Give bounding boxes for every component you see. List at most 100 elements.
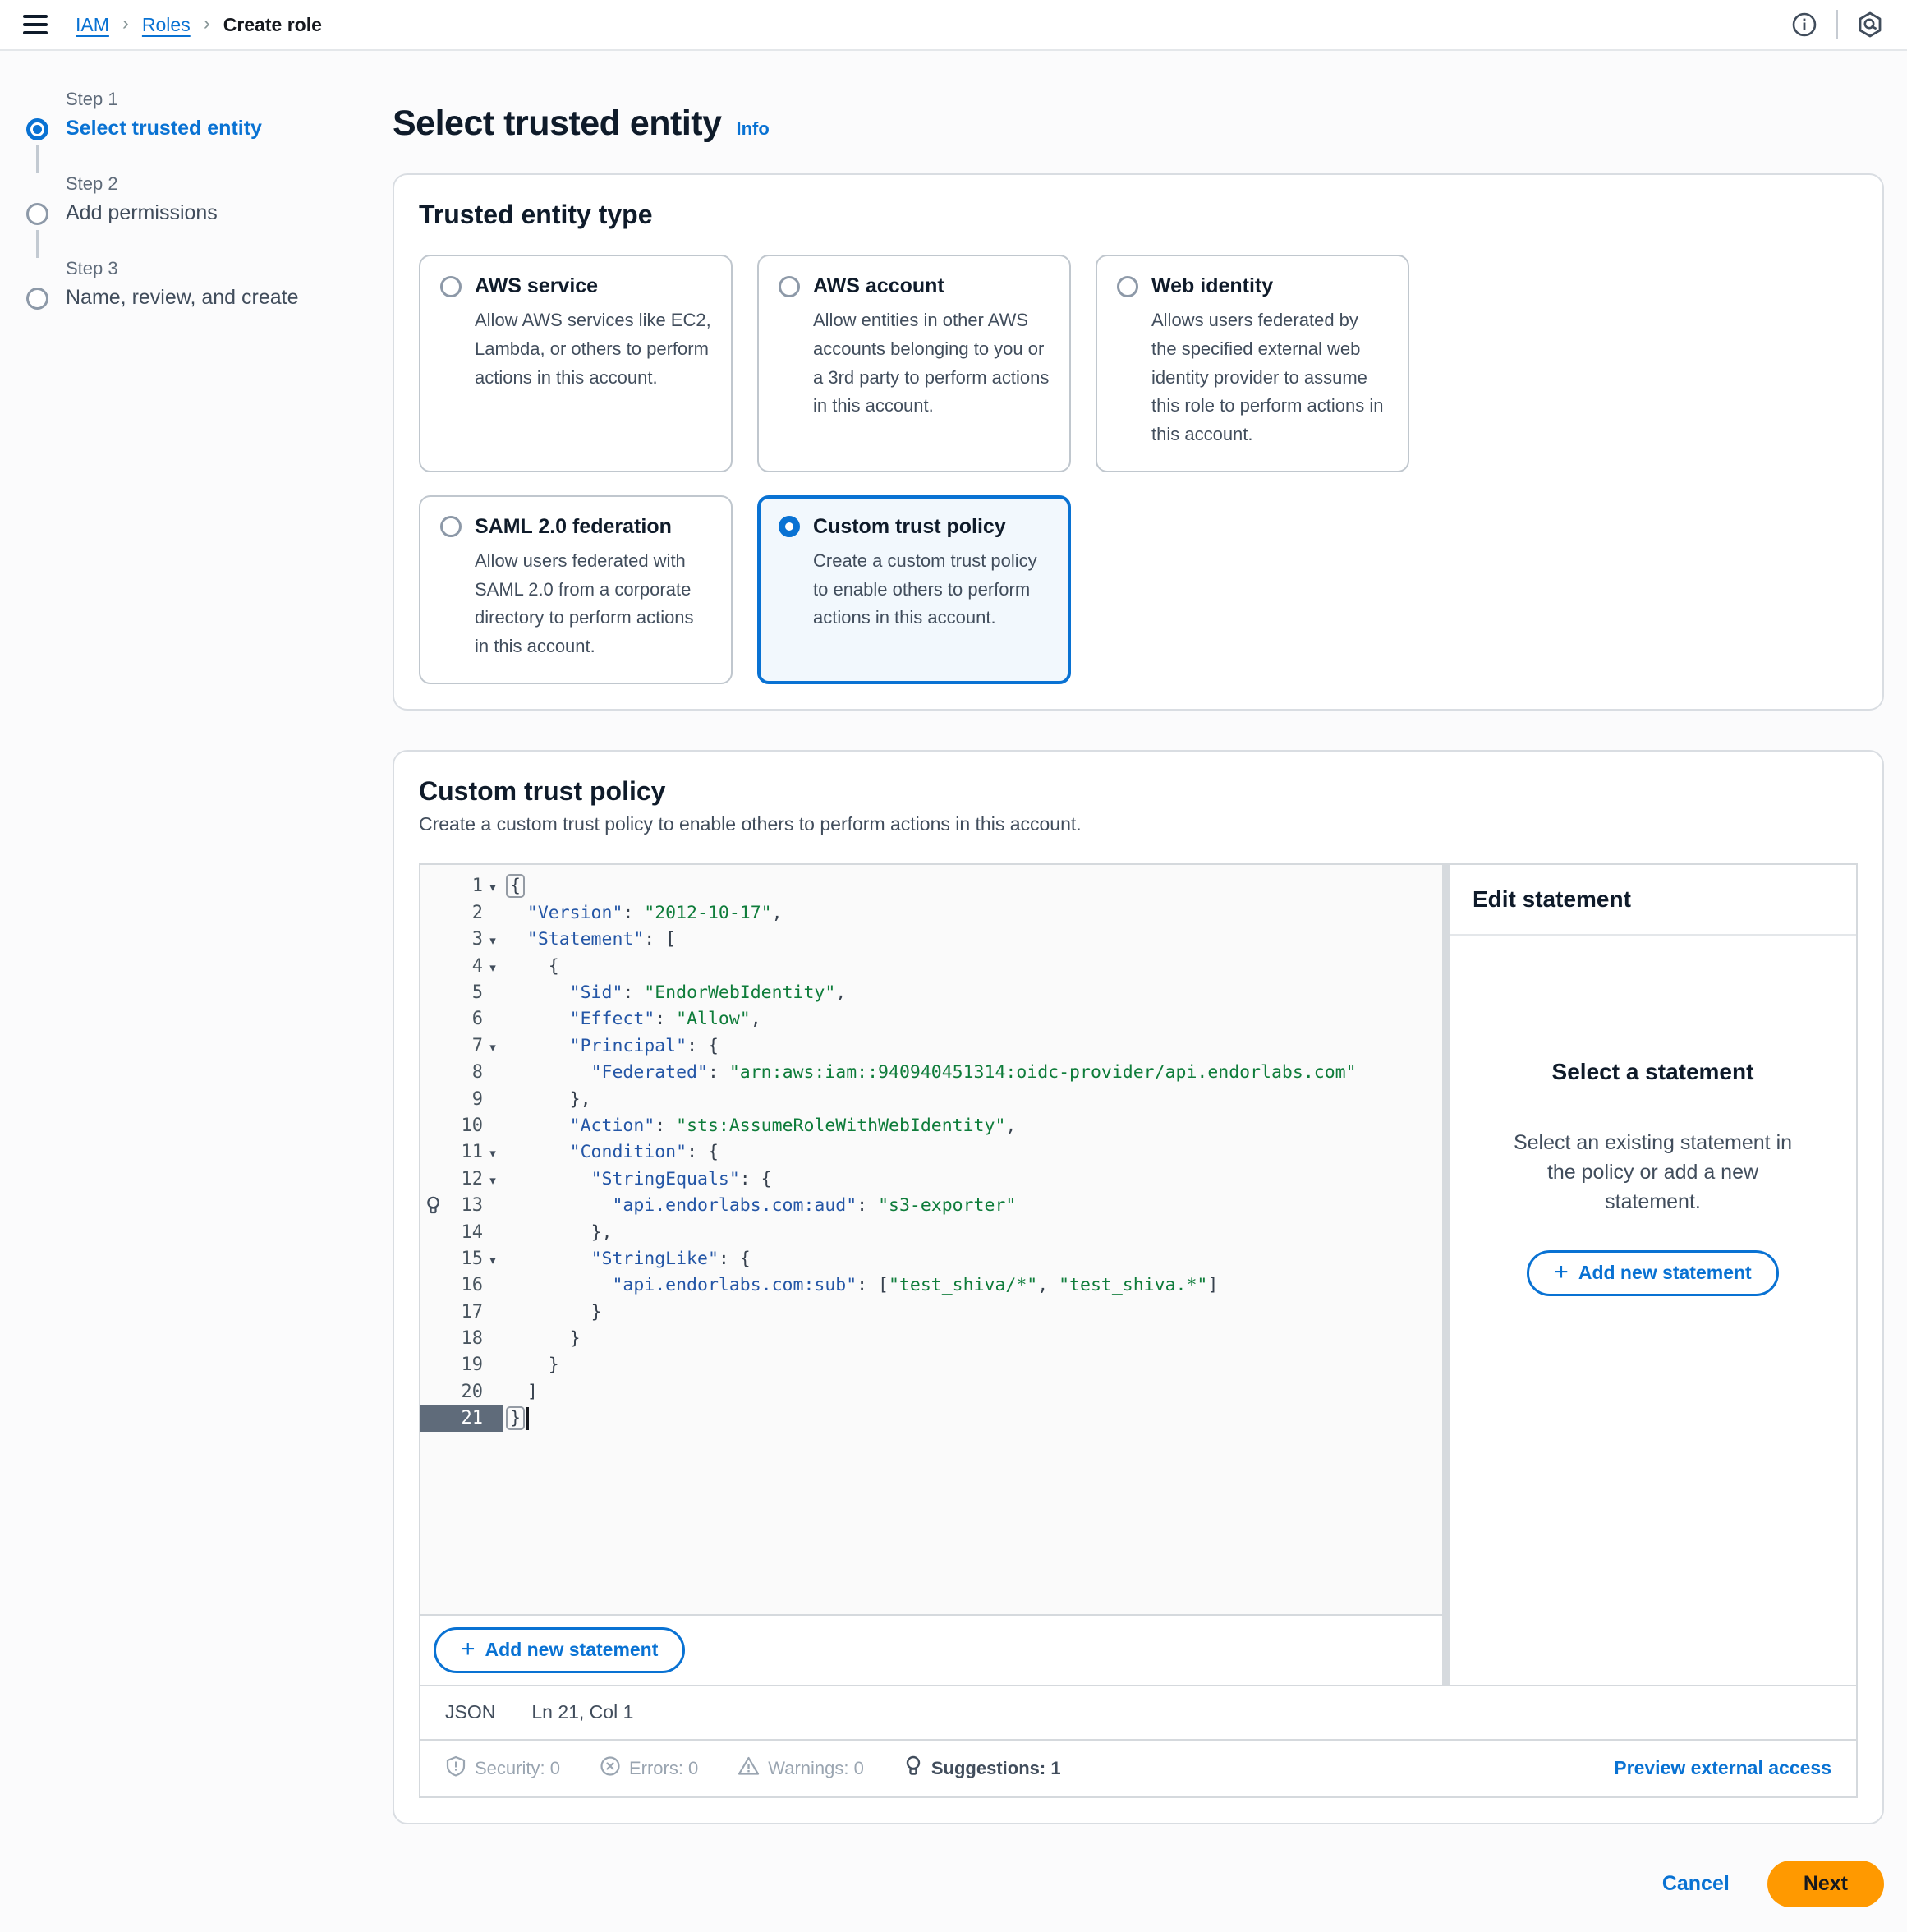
option-description: Allow users federated with SAML 2.0 from… xyxy=(475,547,711,661)
code-line-4[interactable]: 4▾ { xyxy=(420,953,1442,979)
fold-arrow-icon[interactable]: ▾ xyxy=(483,1038,503,1054)
code-line-15[interactable]: 15▾ "StringLike": { xyxy=(420,1245,1442,1272)
code-editor-area[interactable]: 1▾{2 "Version": "2012-10-17",3▾ "Stateme… xyxy=(420,865,1442,1614)
cancel-button[interactable]: Cancel xyxy=(1662,1872,1730,1896)
step-item-select-trusted-entity[interactable]: Step 1Select trusted entity xyxy=(25,89,353,173)
hamburger-menu-icon[interactable] xyxy=(23,15,48,34)
radio-button-icon[interactable] xyxy=(1117,276,1138,297)
code-line-9[interactable]: 9 }, xyxy=(420,1086,1442,1112)
fold-arrow-icon[interactable]: ▾ xyxy=(483,932,503,947)
code-line-19[interactable]: 19 } xyxy=(420,1352,1442,1378)
fold-arrow-icon[interactable]: ▾ xyxy=(483,878,503,894)
code-line-5[interactable]: 5 "Sid": "EndorWebIdentity", xyxy=(420,979,1442,1005)
custom-trust-policy-heading: Custom trust policy xyxy=(419,776,1858,807)
line-number: 2 xyxy=(445,903,483,923)
line-number: 13 xyxy=(445,1195,483,1216)
option-title: Web identity xyxy=(1151,274,1273,298)
step-number: Step 3 xyxy=(66,258,298,279)
step-title[interactable]: Name, review, and create xyxy=(66,286,298,310)
select-statement-desc: Select an existing statement in the poli… xyxy=(1507,1128,1799,1217)
suggestion-lightbulb-icon[interactable] xyxy=(420,1195,445,1217)
code-line-6[interactable]: 6 "Effect": "Allow", xyxy=(420,1006,1442,1033)
security-shield-icon xyxy=(445,1755,466,1782)
radio-button-icon[interactable] xyxy=(779,276,800,297)
line-number: 7 xyxy=(445,1036,483,1056)
next-button[interactable]: Next xyxy=(1767,1861,1884,1907)
trusted-entity-option-web-identity[interactable]: Web identity Allows users federated by th… xyxy=(1096,255,1409,472)
line-number: 8 xyxy=(445,1062,483,1083)
breadcrumb-item-iam[interactable]: IAM xyxy=(76,14,109,36)
preview-external-access-link[interactable]: Preview external access xyxy=(1614,1757,1831,1779)
line-number: 10 xyxy=(445,1116,483,1136)
line-number: 17 xyxy=(445,1302,483,1322)
option-description: Allow AWS services like EC2, Lambda, or … xyxy=(475,306,711,392)
topbar-divider xyxy=(1836,10,1838,39)
step-item-add-permissions[interactable]: Step 2Add permissions xyxy=(25,173,353,258)
add-new-statement-button[interactable]: + Add new statement xyxy=(434,1627,685,1673)
trusted-entity-option-aws-service[interactable]: AWS service Allow AWS services like EC2, … xyxy=(419,255,733,472)
panel-add-new-statement-button[interactable]: + Add new statement xyxy=(1527,1250,1778,1296)
code-line-2[interactable]: 2 "Version": "2012-10-17", xyxy=(420,899,1442,926)
line-number: 6 xyxy=(445,1009,483,1029)
line-number: 12 xyxy=(445,1169,483,1189)
code-line-16[interactable]: 16 "api.endorlabs.com:sub": ["test_shiva… xyxy=(420,1272,1442,1299)
top-navigation-bar: IAM›Roles›Create role xyxy=(0,0,1907,51)
code-line-7[interactable]: 7▾ "Principal": { xyxy=(420,1033,1442,1059)
line-number: 5 xyxy=(445,982,483,1003)
code-line-17[interactable]: 17 } xyxy=(420,1299,1442,1325)
code-line-3[interactable]: 3▾ "Statement": [ xyxy=(420,927,1442,953)
trusted-entity-option-saml-2-0-federation[interactable]: SAML 2.0 federation Allow users federated… xyxy=(419,495,733,684)
line-number: 9 xyxy=(445,1089,483,1110)
code-line-8[interactable]: 8 "Federated": "arn:aws:iam::94094045131… xyxy=(420,1059,1442,1085)
code-line-10[interactable]: 10 "Action": "sts:AssumeRoleWithWebIdent… xyxy=(420,1112,1442,1138)
line-number: 18 xyxy=(445,1328,483,1349)
option-title: AWS service xyxy=(475,274,598,298)
status-errors: Errors: 0 xyxy=(600,1755,698,1782)
cloudshell-icon[interactable] xyxy=(1856,11,1884,39)
step-item-name-review-and-create[interactable]: Step 3 Name, review, and create xyxy=(25,258,353,331)
fold-arrow-icon[interactable]: ▾ xyxy=(483,1171,503,1187)
trusted-entity-type-card: Trusted entity type AWS service Allow AWS… xyxy=(393,173,1884,711)
trusted-entity-option-aws-account[interactable]: AWS accountAllow entities in other AWS a… xyxy=(757,255,1071,472)
code-line-11[interactable]: 11▾ "Condition": { xyxy=(420,1139,1442,1166)
select-statement-title: Select a statement xyxy=(1507,1059,1799,1085)
trusted-entity-type-heading: Trusted entity type xyxy=(419,200,1858,230)
code-line-1[interactable]: 1▾{ xyxy=(420,873,1442,899)
policy-editor: 1▾{2 "Version": "2012-10-17",3▾ "Stateme… xyxy=(419,863,1858,1798)
status-warnings: Warnings: 0 xyxy=(738,1755,864,1782)
editor-panel-divider[interactable] xyxy=(1442,865,1450,1685)
step-title[interactable]: Select trusted entity xyxy=(66,117,262,140)
breadcrumb-separator-icon: › xyxy=(204,12,210,35)
plus-icon: + xyxy=(1554,1260,1569,1285)
fold-arrow-icon[interactable]: ▾ xyxy=(483,959,503,974)
text-cursor xyxy=(526,1407,529,1430)
info-link[interactable]: Info xyxy=(737,118,770,140)
trusted-entity-options: AWS service Allow AWS services like EC2, … xyxy=(419,255,1858,684)
fold-arrow-icon[interactable]: ▾ xyxy=(483,1251,503,1267)
step-title[interactable]: Add permissions xyxy=(66,201,218,225)
radio-button-icon[interactable] xyxy=(440,516,462,537)
radio-button-icon[interactable] xyxy=(779,516,800,537)
breadcrumb-item-roles[interactable]: Roles xyxy=(142,14,191,36)
fold-arrow-icon[interactable]: ▾ xyxy=(483,1144,503,1160)
code-line-21[interactable]: 21} xyxy=(420,1405,1442,1432)
option-description: Allow entities in other AWS accounts bel… xyxy=(813,306,1050,421)
line-number: 20 xyxy=(445,1382,483,1402)
code-line-13[interactable]: 13 "api.endorlabs.com:aud": "s3-exporter… xyxy=(420,1192,1442,1218)
radio-button-icon[interactable] xyxy=(440,276,462,297)
status-suggestions[interactable]: Suggestions: 1 xyxy=(903,1755,1061,1782)
info-icon[interactable] xyxy=(1790,11,1818,39)
plus-icon: + xyxy=(461,1637,476,1662)
line-number: 4 xyxy=(445,956,483,977)
page-title: Select trusted entity xyxy=(393,104,722,144)
wizard-footer: Cancel Next xyxy=(393,1861,1884,1932)
code-line-18[interactable]: 18 } xyxy=(420,1325,1442,1351)
custom-trust-policy-desc: Create a custom trust policy to enable o… xyxy=(419,813,1858,835)
code-line-14[interactable]: 14 }, xyxy=(420,1219,1442,1245)
option-description: Allows users federated by the specified … xyxy=(1151,306,1388,449)
code-line-12[interactable]: 12▾ "StringEquals": { xyxy=(420,1166,1442,1192)
trusted-entity-option-custom-trust-policy[interactable]: Custom trust policyCreate a custom trust… xyxy=(757,495,1071,684)
code-line-20[interactable]: 20 ] xyxy=(420,1378,1442,1405)
line-number: 14 xyxy=(445,1222,483,1243)
option-title: SAML 2.0 federation xyxy=(475,515,672,539)
